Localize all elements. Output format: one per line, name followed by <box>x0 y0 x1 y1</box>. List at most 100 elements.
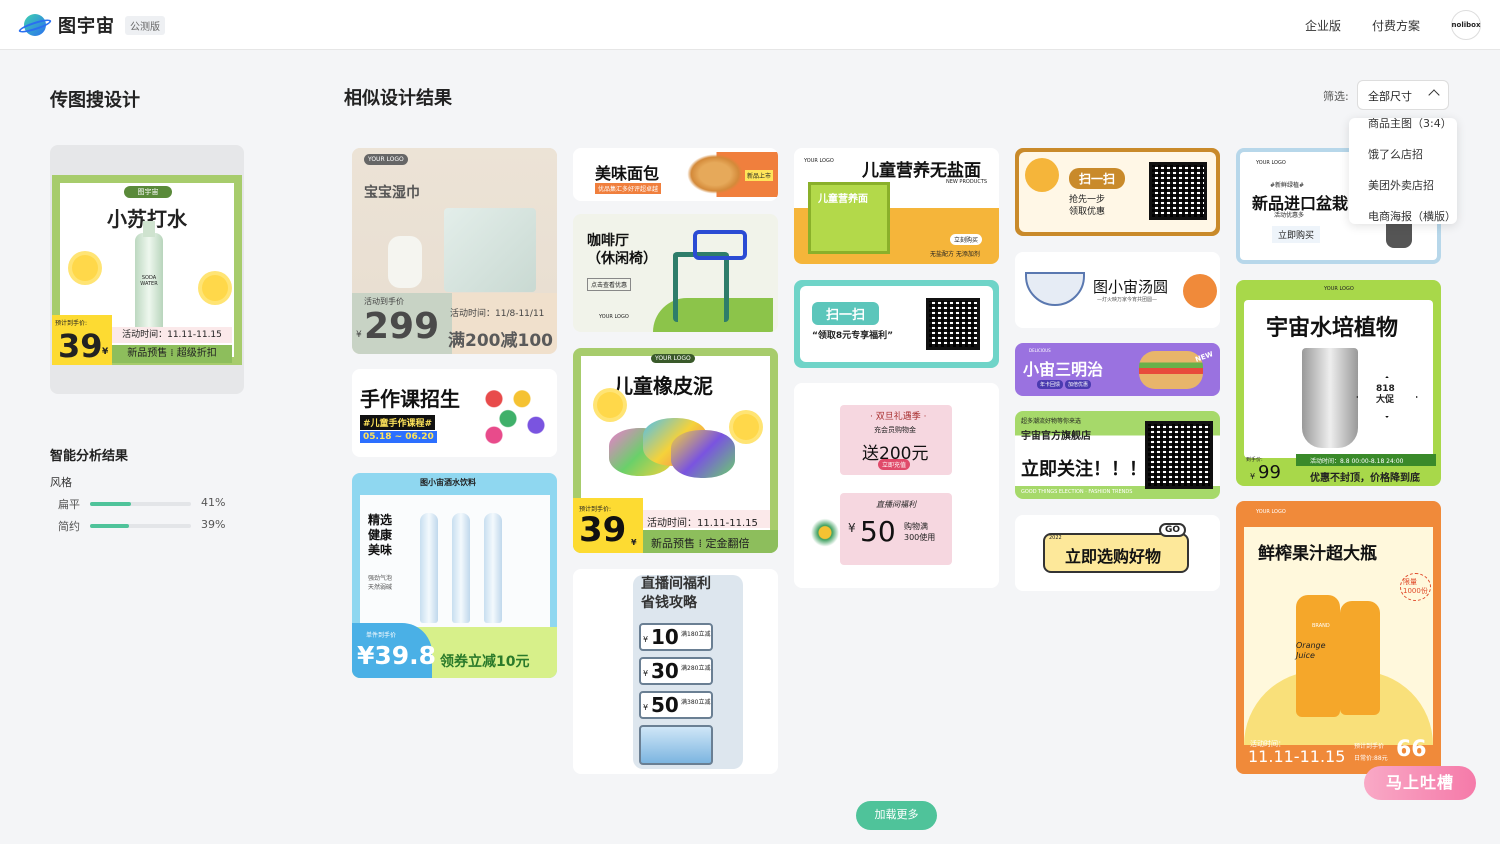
honey-dipper-icon <box>1025 158 1059 192</box>
activity-time: 活动时间：11/8-11/11 <box>450 309 545 319</box>
load-more-button[interactable]: 加载更多 <box>856 801 937 830</box>
style-bar-flat: 扁平 41% <box>58 496 228 512</box>
design-card-craft[interactable]: 手作课招生 #儿童手作课程# 05.18 ~ 06.20 <box>352 369 557 457</box>
avatar[interactable]: nolibox <box>1451 10 1481 40</box>
design-card-noodle[interactable]: YOUR LOGO 儿童营养无盐面 NEW PRODUCTS 儿童营养面 立刻购… <box>794 148 999 264</box>
style-fill <box>90 524 130 528</box>
price-value: 39 <box>579 510 627 550</box>
currency: ¥ <box>631 538 637 547</box>
size-filter-dropdown: 商品主图（3:4） 饿了么店招 美团外卖店招 电商海报（横版） <box>1349 118 1457 224</box>
go-badge: GO <box>1159 523 1187 537</box>
design-card-live[interactable]: 直播间福利 省钱攻略 ¥ 10 满180立减 ¥ 30 满280立减 ¥ 50 … <box>573 569 778 774</box>
card-title: 美味面包 <box>595 164 660 183</box>
currency: ¥ <box>102 347 109 357</box>
card-tag: DELICIOUS <box>1029 348 1051 353</box>
price-label: 预计到手价 <box>1354 743 1385 750</box>
analysis-title: 智能分析结果 <box>50 449 129 464</box>
dropdown-item[interactable]: 商品主图（3:4） <box>1368 118 1452 131</box>
card-logo: YOUR LOGO <box>651 354 695 363</box>
buy-button: 立刻购买 <box>950 234 983 245</box>
old-price: 日常价:88元 <box>1354 755 1388 762</box>
design-card-clay[interactable]: YOUR LOGO 儿童橡皮泥 预计到手价: 39 ¥ 活动时间：11.11-1… <box>573 348 778 553</box>
brand-name: 图宇宙 <box>58 16 115 37</box>
uploaded-poster: 图宇宙 小苏打水 SODA WATER 预计到手价: 39 ¥ 活动时间：11.… <box>52 175 242 365</box>
coupon-amount: 10 <box>651 625 679 649</box>
dropdown-item[interactable]: 美团外卖店招 <box>1368 177 1434 193</box>
size-filter-select[interactable]: 全部尺寸 <box>1357 80 1449 110</box>
activity-time: 11.11-11.15 <box>1248 747 1346 766</box>
juice-bottle-image <box>1340 601 1380 715</box>
design-card-plant[interactable]: YOUR LOGO 宇宙水培植物 818 大促 到手价: ¥ 99 活动时间：8… <box>1236 280 1441 486</box>
card-subtitle: NEW PRODUCTS <box>946 179 988 185</box>
dropdown-item[interactable]: 电商海报（横版） <box>1368 208 1456 224</box>
nav-enterprise[interactable]: 企业版 <box>1305 17 1341 34</box>
poster-brand-tag: 图宇宙 <box>124 186 172 198</box>
limit-badge: 限量 1000份 <box>1400 573 1431 601</box>
promo-text: 新品预售 ⁞ 定金翻倍 <box>651 537 750 550</box>
scan-button: 扫一扫 <box>812 302 880 325</box>
design-card-honey[interactable]: 扫一扫 抢先一步 领取优惠 <box>1015 148 1220 236</box>
style-percent: 39% <box>201 518 226 531</box>
design-card-scan1[interactable]: 扫一扫 “领取8元专享福利” <box>794 280 999 368</box>
flower-icon <box>202 275 228 301</box>
design-card-water[interactable]: 图小宙酒水饮料 精选 健康 美味 强劲气泡 天然弱碱 单件到手价 ¥39.8 领… <box>352 473 557 678</box>
tissue-box-image <box>444 208 536 292</box>
design-card-tissue[interactable]: YOUR LOGO 宝宝湿巾 活动到手价 ¥ 299 活动时间：11/8-11/… <box>352 148 557 354</box>
vase-image <box>388 236 422 288</box>
brand-logo[interactable]: 图宇宙 公测版 <box>17 12 165 38</box>
card-tag: 立即充值 <box>878 459 911 470</box>
flower-icon <box>597 392 623 418</box>
promo-text: 满200减100 <box>448 331 553 351</box>
flower-bouquet-image <box>808 511 842 565</box>
flower-icon <box>733 414 759 440</box>
card-subtitle: 抢先一步 领取优惠 <box>1069 195 1106 217</box>
bottle-brand: BRAND <box>1312 623 1330 629</box>
promo-text: 优惠不封顶，价格降到底 <box>1310 473 1420 484</box>
card-text: “领取8元专享福利” <box>812 331 894 341</box>
new-badge: NEW <box>1194 350 1215 364</box>
design-card-store[interactable]: 超多潮流好物等你来选 宇宙官方旗舰店 立即关注！！！ GOOD THINGS E… <box>1015 411 1220 499</box>
bread-image <box>687 154 743 194</box>
style-name: 简约 <box>58 520 80 533</box>
design-card-sandwich[interactable]: DELICIOUS 小宙三明治 年卡回馈 加倍优惠 NEW <box>1015 343 1220 396</box>
design-card-juice[interactable]: YOUR LOGO 鲜榨果汁超大瓶 限量 1000份 BRAND Orange … <box>1236 501 1441 774</box>
card-subtitle: 强劲气泡 天然弱碱 <box>368 575 393 591</box>
vase-image <box>1302 348 1358 448</box>
feedback-button[interactable]: 马上吐槽 <box>1364 766 1476 800</box>
coupon-condition: 满180立减 <box>681 631 711 638</box>
chevron-up-icon <box>1428 89 1440 101</box>
design-card-chair[interactable]: 咖啡厅 （休闲椅） 点击查看优惠 YOUR LOGO <box>573 214 778 332</box>
style-fill <box>90 502 132 506</box>
card-title: 宝宝湿巾 <box>364 185 420 201</box>
card-subtitle: 充会员购物金 <box>874 426 916 434</box>
price-value: 66 <box>1396 737 1427 762</box>
design-card-gift[interactable]: · 双旦礼遇季 · 充会员购物金 送200元 立即充值 直播间福利 ¥ 50 购… <box>794 383 999 588</box>
activity-time: 活动时间：8.8 00:00-8.18 24:00 <box>1310 458 1404 465</box>
promo-badge: 818 大促 <box>1376 384 1395 405</box>
follow-text: 立即关注！！！ <box>1021 459 1147 480</box>
card-subtitle: —灯火映万家今宵共团圆— <box>1097 297 1158 303</box>
card-title: 手作课招生 <box>360 387 460 411</box>
card-tag: 2022 <box>1049 535 1062 541</box>
card-logo: YOUR LOGO <box>804 158 834 164</box>
price-value: 99 <box>1258 462 1281 483</box>
card-title: 宇宙水培植物 <box>1266 316 1399 341</box>
hand-prints-image <box>480 379 550 445</box>
design-card-tangyuan[interactable]: 图小宙汤圆 —灯火映万家今宵共团圆— <box>1015 252 1220 328</box>
card-title: · 双旦礼遇季 · <box>870 412 927 422</box>
top-bar: 图宇宙 公测版 企业版 付费方案 nolibox <box>0 0 1500 50</box>
design-card-go[interactable]: 2022 立即选购好物 GO <box>1015 515 1220 591</box>
card-tag: 新品上市 <box>745 170 774 181</box>
nav-pricing[interactable]: 付费方案 <box>1372 17 1420 34</box>
price-label: 单件到手价 <box>366 632 397 639</box>
dropdown-item[interactable]: 饿了么店招 <box>1368 146 1423 162</box>
card-title: 精选 健康 美味 <box>368 513 393 557</box>
card-title: 鲜榨果汁超大瓶 <box>1258 544 1377 564</box>
beta-badge: 公测版 <box>125 15 165 35</box>
design-card-bread[interactable]: 美味面包 优品集汇多好评超卓越 新品上市 <box>573 148 778 201</box>
uploaded-image-preview[interactable]: 图宇宙 小苏打水 SODA WATER 预计到手价: 39 ¥ 活动时间：11.… <box>50 145 244 394</box>
card-title: 儿童橡皮泥 <box>613 374 713 398</box>
card-brand: 图小宙酒水饮料 <box>420 478 476 487</box>
card-title: 立即选购好物 <box>1065 547 1162 566</box>
card-logo: YOUR LOGO <box>1256 509 1286 515</box>
